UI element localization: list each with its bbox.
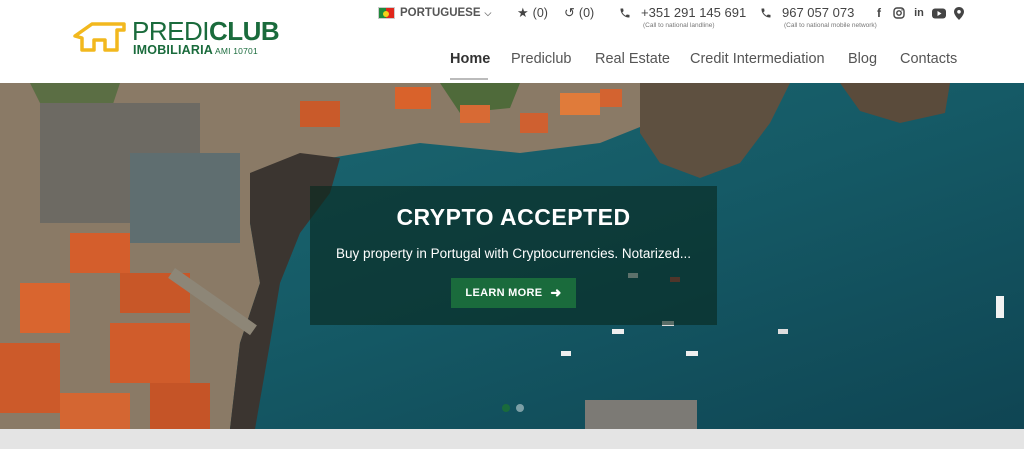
content-band (0, 429, 1024, 449)
mobile-note: (Call to national mobile network) (784, 22, 877, 29)
nav-active-indicator (450, 78, 488, 80)
language-label: PORTUGUESE (400, 7, 481, 19)
nav-item-home[interactable]: Home (450, 51, 490, 67)
mobile-number: 967 057 073 (782, 5, 855, 20)
learn-more-label: LEARN MORE (465, 287, 543, 299)
main-nav: Home Prediclub Real Estate Credit Interm… (0, 51, 1024, 80)
chevron-down-icon: ⌵ (484, 7, 492, 18)
language-selector[interactable]: PORTUGUESE ⌵ (378, 5, 491, 21)
phone-icon (761, 8, 771, 17)
landline-number: +351 291 145 691 (641, 5, 747, 20)
landline-note: (Call to national landline) (643, 22, 715, 29)
top-bar: PORTUGUESE ⌵ ★ (0) ↺ (0) +351 291 145 69… (0, 5, 1024, 33)
phone-icon (620, 8, 630, 17)
history-count: (0) (578, 6, 595, 20)
slider-dots (502, 404, 524, 412)
location-icon[interactable] (952, 6, 966, 20)
star-icon: ★ (517, 5, 529, 20)
learn-more-button[interactable]: LEARN MORE ➜ (451, 278, 576, 308)
instagram-icon[interactable] (892, 6, 906, 20)
nav-item-contacts[interactable]: Contacts (900, 51, 957, 67)
social-links: f in (872, 5, 966, 21)
portugal-flag-icon (378, 7, 395, 19)
linkedin-icon[interactable]: in (912, 6, 926, 20)
facebook-icon[interactable]: f (872, 6, 886, 20)
mobile-phone[interactable]: 967 057 073 (Call to national mobile net… (760, 5, 877, 33)
nav-item-credit-intermediation[interactable]: Credit Intermediation (690, 51, 825, 67)
history-icon: ↺ (564, 5, 575, 20)
hero-title: CRYPTO ACCEPTED (396, 204, 631, 230)
site-header: PREDICLUB IMOBILIARIA AMI 10701 PORTUGUES… (0, 0, 1024, 83)
youtube-icon[interactable] (932, 6, 946, 20)
nav-item-prediclub[interactable]: Prediclub (511, 51, 571, 67)
hero-caption: CRYPTO ACCEPTED Buy property in Portugal… (310, 186, 717, 325)
hero-text: Buy property in Portugal with Cryptocurr… (336, 246, 691, 261)
favorites-link[interactable]: ★ (0) (517, 5, 548, 21)
landline-phone[interactable]: +351 291 145 691 (Call to national landl… (619, 5, 746, 33)
slider-dot[interactable] (502, 404, 510, 412)
nav-item-blog[interactable]: Blog (848, 51, 877, 67)
nav-item-real-estate[interactable]: Real Estate (595, 51, 670, 67)
slider-dot[interactable] (516, 404, 524, 412)
hero-slider: CRYPTO ACCEPTED Buy property in Portugal… (0, 83, 1024, 429)
favorites-count: (0) (532, 6, 548, 20)
history-link[interactable]: ↺ (0) (564, 5, 594, 21)
arrow-right-icon: ➜ (550, 285, 562, 300)
